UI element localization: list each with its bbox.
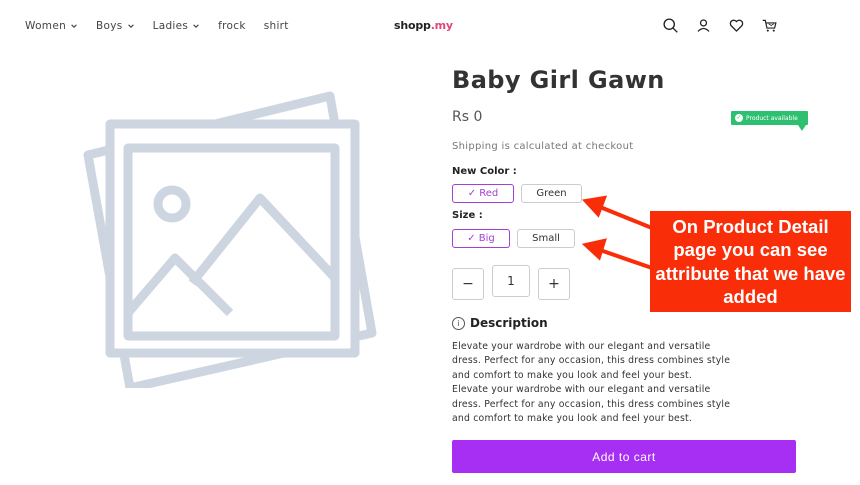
description-heading: i Description <box>452 316 548 330</box>
check-icon: ✓ <box>735 114 743 122</box>
user-icon[interactable] <box>695 17 712 34</box>
arrow-to-color <box>599 205 653 230</box>
size-option-big[interactable]: ✓ Big <box>452 229 510 248</box>
heart-icon[interactable] <box>728 17 745 34</box>
color-option-green[interactable]: Green <box>521 184 582 203</box>
quantity-decrease-button[interactable]: − <box>452 268 484 300</box>
color-option-red[interactable]: ✓ Red <box>452 184 514 203</box>
product-image-placeholder <box>83 91 377 388</box>
description-line: Elevate your wardrobe with our elegant a… <box>452 341 711 352</box>
chevron-down-icon <box>71 24 77 28</box>
availability-text: Product available <box>746 114 798 122</box>
nav-item-boys[interactable]: Boys <box>96 20 135 32</box>
nav-item-label: Boys <box>96 20 123 32</box>
chevron-down-icon <box>193 24 199 28</box>
logo-suffix: .my <box>430 19 453 32</box>
shipping-note: Shipping is calculated at checkout <box>452 141 634 152</box>
arrow-head-color <box>582 195 608 218</box>
nav-item-women[interactable]: Women <box>25 20 78 32</box>
top-navbar: Women Boys Ladies frock shirt shopp.my <box>0 0 860 52</box>
nav-item-label: shirt <box>263 20 289 32</box>
search-icon[interactable] <box>662 17 679 34</box>
cart-icon[interactable] <box>761 17 778 34</box>
nav-item-label: Ladies <box>152 20 189 32</box>
add-to-cart-button[interactable]: Add to cart <box>452 440 796 473</box>
annotation-callout: On Product Detail page you can see attri… <box>650 211 851 312</box>
product-description: Elevate your wardrobe with our elegant a… <box>452 340 752 426</box>
nav-item-label: Women <box>25 20 67 32</box>
description-heading-text: Description <box>470 316 548 330</box>
description-line: and comfort to make you look and feel yo… <box>452 369 693 381</box>
nav-item-frock[interactable]: frock <box>218 20 246 32</box>
size-label: Size : <box>452 210 483 221</box>
description-line: dress. Perfect for any occasion, this dr… <box>452 355 731 367</box>
quantity-increase-button[interactable]: + <box>538 268 570 300</box>
main-menu: Women Boys Ladies frock shirt <box>25 20 289 32</box>
nav-item-ladies[interactable]: Ladies <box>153 20 201 32</box>
availability-badge: ✓ Product available <box>731 111 808 131</box>
info-icon: i <box>452 316 465 330</box>
nav-item-label: frock <box>218 20 246 32</box>
description-line: Elevate your wardrobe with our elegant a… <box>452 384 711 396</box>
arrow-to-size <box>599 248 653 270</box>
site-logo[interactable]: shopp.my <box>394 19 453 32</box>
description-line: and comfort to make you look and feel yo… <box>452 413 693 425</box>
product-title: Baby Girl Gawn <box>452 66 665 94</box>
product-price: Rs 0 <box>452 109 483 125</box>
logo-text: shopp <box>394 19 431 32</box>
color-label: New Color : <box>452 166 517 177</box>
chevron-down-icon <box>127 24 134 28</box>
nav-item-shirt[interactable]: shirt <box>264 20 289 32</box>
quantity-input[interactable]: 1 <box>492 265 530 297</box>
header-icons <box>662 17 778 34</box>
size-option-small[interactable]: Small <box>517 229 575 248</box>
arrow-head-size <box>581 238 607 261</box>
description-line: dress. Perfect for any occasion, this dr… <box>452 398 731 410</box>
